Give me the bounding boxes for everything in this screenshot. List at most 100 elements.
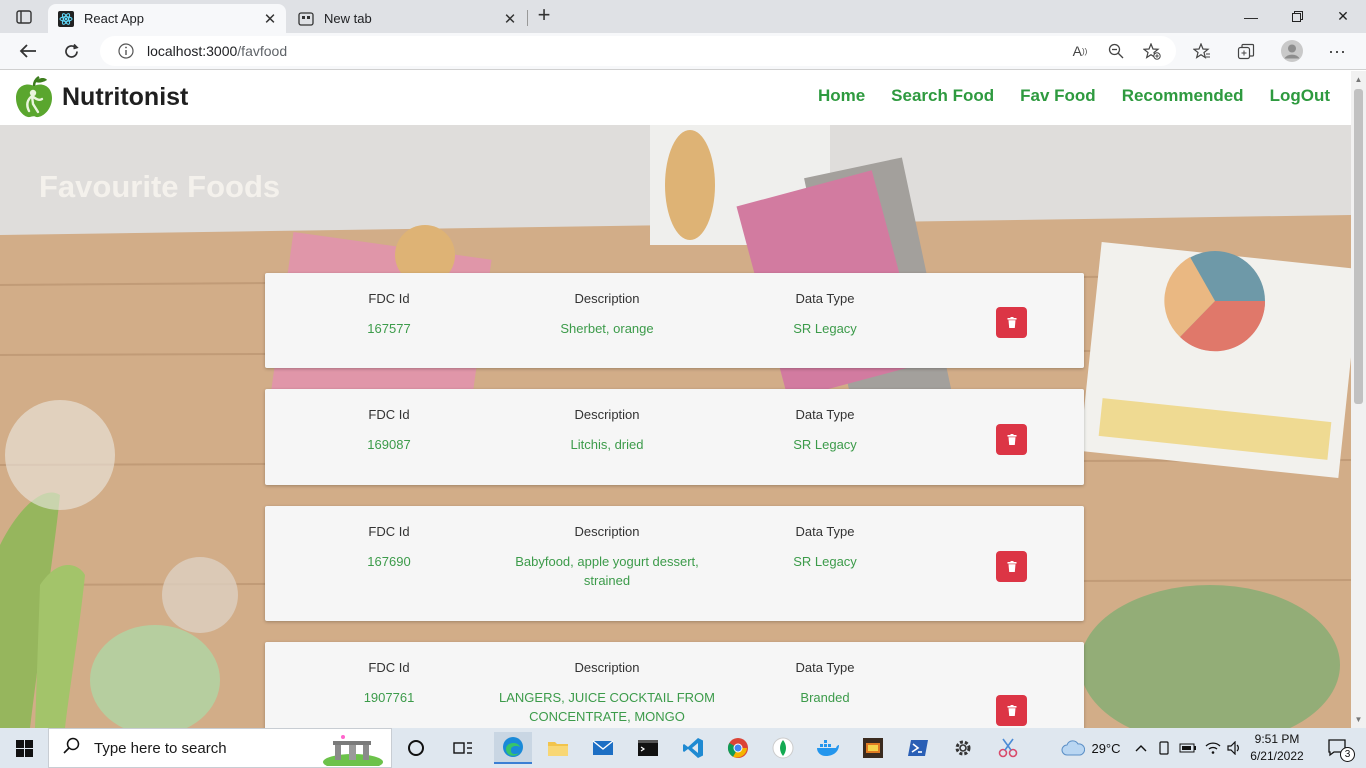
- read-aloud-icon[interactable]: A)): [1066, 40, 1094, 62]
- description-column: Description Sherbet, orange: [497, 291, 717, 338]
- data-type-column: Data Type SR Legacy: [745, 407, 905, 454]
- new-tab-plus-icon[interactable]: +: [533, 4, 555, 27]
- wifi-icon[interactable]: [1203, 728, 1223, 768]
- data-type-value: Branded: [800, 690, 850, 705]
- data-type-value: SR Legacy: [793, 321, 857, 336]
- collections-icon[interactable]: [1231, 37, 1261, 65]
- fav-food-card: FDC Id 169087 Description Litchis, dried…: [265, 389, 1084, 485]
- nav-logout[interactable]: LogOut: [1270, 86, 1330, 106]
- description-column: Description LANGERS, JUICE COCKTAIL FROM…: [497, 660, 717, 726]
- vscode-icon[interactable]: [674, 732, 712, 764]
- fdc-id-value: 167690: [367, 554, 411, 569]
- description-header: Description: [574, 407, 640, 422]
- close-icon[interactable]: ✕: [502, 11, 518, 28]
- docker-icon[interactable]: [809, 732, 847, 764]
- page-scrollbar[interactable]: ▲ ▼: [1351, 71, 1366, 728]
- minimize-icon[interactable]: —: [1228, 0, 1274, 33]
- brand-name[interactable]: Nutritonist: [62, 83, 188, 112]
- chevron-up-icon[interactable]: [1131, 728, 1151, 768]
- new-tab-page-icon: [298, 11, 314, 27]
- page-title: Favourite Foods: [39, 169, 281, 204]
- window-close-icon[interactable]: ✕: [1320, 0, 1366, 33]
- volume-icon[interactable]: [1225, 728, 1245, 768]
- more-menu-icon[interactable]: ···: [1322, 37, 1352, 65]
- tab-title: React App: [84, 11, 144, 26]
- description-value: Litchis, dried: [570, 437, 644, 452]
- favorites-icon[interactable]: [1187, 37, 1217, 65]
- weather-widget[interactable]: 29°C: [1056, 728, 1126, 768]
- trash-icon: [1007, 434, 1016, 445]
- address-bar[interactable]: localhost:3000/favfood A)): [100, 36, 1176, 66]
- apple-logo-icon[interactable]: [12, 75, 56, 120]
- data-type-column: Data Type SR Legacy: [745, 524, 905, 571]
- delete-button[interactable]: [996, 424, 1027, 455]
- data-type-value: SR Legacy: [793, 437, 857, 452]
- fav-food-card: FDC Id 167577 Description Sherbet, orang…: [265, 273, 1084, 368]
- description-column: Description Litchis, dried: [497, 407, 717, 454]
- mongodb-compass-icon[interactable]: [764, 732, 802, 764]
- nav-recommended[interactable]: Recommended: [1122, 86, 1244, 106]
- data-type-value: SR Legacy: [793, 554, 857, 569]
- hero-background: Favourite Foods FDC Id 167577 Descriptio…: [0, 125, 1351, 728]
- delete-button[interactable]: [996, 695, 1027, 726]
- battery-icon[interactable]: [1178, 728, 1198, 768]
- data-type-column: Data Type SR Legacy: [745, 291, 905, 338]
- restore-icon[interactable]: [1274, 0, 1320, 33]
- scroll-up-arrow-icon[interactable]: ▲: [1354, 75, 1363, 84]
- data-type-header: Data Type: [795, 291, 855, 306]
- description-column: Description Babyfood, apple yogurt desse…: [497, 524, 717, 590]
- file-explorer-icon[interactable]: [539, 732, 577, 764]
- fav-food-card: FDC Id 167690 Description Babyfood, appl…: [265, 506, 1084, 621]
- delete-button[interactable]: [996, 307, 1027, 338]
- snipping-tool-icon[interactable]: [989, 732, 1027, 764]
- scrollbar-thumb[interactable]: [1354, 89, 1363, 404]
- nav-fav-food[interactable]: Fav Food: [1020, 86, 1096, 106]
- system-clock[interactable]: 9:51 PM 6/21/2022: [1246, 731, 1308, 765]
- web-viewport: Nutritonist Home Search Food Fav Food Re…: [0, 71, 1351, 728]
- search-placeholder: Type here to search: [94, 739, 227, 757]
- game-app-icon[interactable]: [854, 732, 892, 764]
- terminal-icon[interactable]: [629, 732, 667, 764]
- tab-react-app[interactable]: React App ✕: [48, 4, 286, 33]
- powershell-icon[interactable]: [899, 732, 937, 764]
- zoom-out-icon[interactable]: [1102, 40, 1130, 62]
- profile-avatar-icon[interactable]: [1277, 37, 1307, 65]
- edge-browser-icon[interactable]: [494, 732, 532, 764]
- taskbar-search-box[interactable]: Type here to search: [48, 728, 392, 768]
- mail-icon[interactable]: [584, 732, 622, 764]
- tab-new-tab[interactable]: New tab ✕: [288, 4, 526, 33]
- data-type-column: Data Type Branded: [745, 660, 905, 707]
- task-view-icon[interactable]: [444, 732, 482, 764]
- tab-title: New tab: [324, 11, 372, 26]
- fdc-id-header: FDC Id: [368, 291, 410, 306]
- scroll-down-arrow-icon[interactable]: ▼: [1354, 715, 1363, 724]
- search-icon: [63, 737, 80, 759]
- data-type-header: Data Type: [795, 407, 855, 422]
- url-host: localhost:3000: [147, 43, 238, 59]
- chrome-icon[interactable]: [719, 732, 757, 764]
- fdc-id-column: FDC Id 167690: [309, 524, 469, 571]
- refresh-icon[interactable]: [56, 37, 86, 65]
- back-arrow-icon[interactable]: [13, 37, 43, 65]
- delete-button[interactable]: [996, 551, 1027, 582]
- nav-home[interactable]: Home: [818, 86, 865, 106]
- data-type-header: Data Type: [795, 524, 855, 539]
- device-icon[interactable]: [1154, 728, 1174, 768]
- close-icon[interactable]: ✕: [262, 11, 278, 28]
- fdc-id-value: 1907761: [363, 690, 415, 705]
- search-highlight-stonehenge-icon[interactable]: [323, 732, 383, 768]
- fdc-id-column: FDC Id 167577: [309, 291, 469, 338]
- windows-start-icon[interactable]: [0, 728, 48, 768]
- notifications-icon[interactable]: 3: [1318, 728, 1358, 768]
- description-header: Description: [574, 524, 640, 539]
- description-value: Sherbet, orange: [560, 321, 654, 336]
- add-favorite-icon[interactable]: [1138, 40, 1166, 62]
- cortana-icon[interactable]: [397, 732, 435, 764]
- fdc-id-column: FDC Id 169087: [309, 407, 469, 454]
- nav-search-food[interactable]: Search Food: [891, 86, 994, 106]
- settings-gear-icon[interactable]: [944, 732, 982, 764]
- description-value: Babyfood, apple yogurt dessert, strained: [515, 554, 699, 588]
- fdc-id-header: FDC Id: [368, 407, 410, 422]
- info-icon[interactable]: [117, 42, 135, 60]
- tab-actions-icon[interactable]: [8, 6, 40, 28]
